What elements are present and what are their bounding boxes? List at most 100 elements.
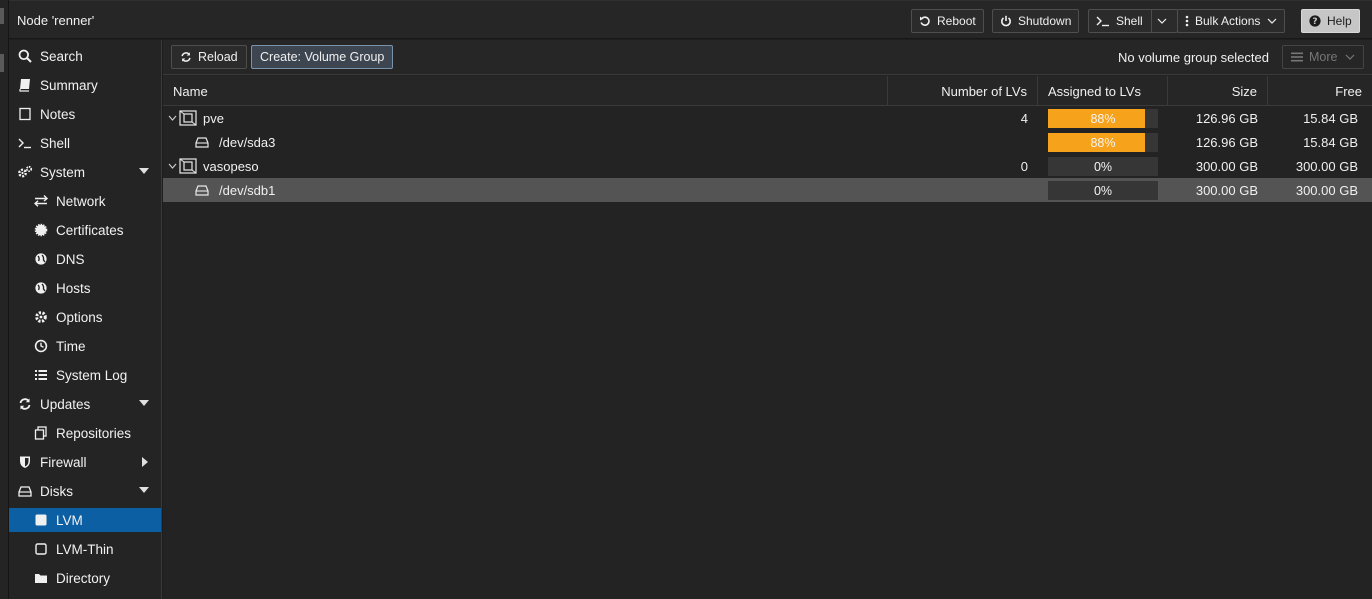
more-button[interactable]: More xyxy=(1282,45,1365,69)
sidebar-item-system-log[interactable]: System Log xyxy=(9,363,161,387)
sidebar-item-disks[interactable]: Disks xyxy=(9,479,161,503)
question-circle-icon: ? xyxy=(1309,15,1321,27)
size-value: 300.00 GB xyxy=(1195,182,1258,198)
shell-dropdown-toggle[interactable] xyxy=(1150,10,1173,32)
assigned-progress-bar: 0% xyxy=(1048,181,1158,200)
ellipsis-vertical-icon xyxy=(1185,15,1189,27)
sidebar-item-label: System xyxy=(40,164,86,180)
square-outline-icon xyxy=(33,541,49,557)
square-icon xyxy=(33,512,49,528)
sidebar-item-label: Directory xyxy=(56,570,111,586)
sidebar-item-firewall[interactable]: Firewall xyxy=(9,450,161,474)
volume-group-icon xyxy=(179,110,197,126)
sidebar-item-lvm[interactable]: LVM xyxy=(9,508,161,532)
clock-icon xyxy=(33,338,49,354)
table-row[interactable]: /dev/sdb1 0% 300.00 GB 300.00 GB xyxy=(163,178,1372,202)
sidebar-item-directory[interactable]: Directory xyxy=(9,566,161,590)
progress-text: 0% xyxy=(1093,183,1113,198)
sidebar-item-label: Certificates xyxy=(56,222,124,238)
sidebar-item-label: Firewall xyxy=(40,454,87,470)
sidebar-item-options[interactable]: Options xyxy=(9,305,161,329)
lv-count xyxy=(888,130,1028,154)
shell-label: Shell xyxy=(1116,14,1143,28)
sidebar-item-label: LVM xyxy=(56,512,83,528)
reboot-button[interactable]: Reboot xyxy=(911,9,984,33)
sidebar-item-search[interactable]: Search xyxy=(9,44,161,68)
sidebar-item-dns[interactable]: DNS xyxy=(9,247,161,271)
bulk-actions-button[interactable]: Bulk Actions xyxy=(1177,9,1286,33)
gear-icon xyxy=(33,309,49,325)
progress-text: 88% xyxy=(1090,111,1116,126)
sidebar-item-lvm-thin[interactable]: LVM-Thin xyxy=(9,537,161,561)
table-row[interactable]: pve 4 88% 126.96 GB 15.84 GB xyxy=(163,106,1372,130)
table-row[interactable]: /dev/sda3 88% 126.96 GB 15.84 GB xyxy=(163,130,1372,154)
chevron-down-icon[interactable] xyxy=(168,115,177,122)
create-volume-group-button[interactable]: Create: Volume Group xyxy=(251,45,394,69)
refresh-icon xyxy=(17,396,33,412)
hdd-icon xyxy=(195,185,209,196)
assigned-progress-bar: 0% xyxy=(1048,157,1158,176)
terminal-icon xyxy=(1096,16,1109,27)
sidebar-item-label: Summary xyxy=(40,77,98,93)
shutdown-button[interactable]: Shutdown xyxy=(992,9,1080,33)
sidebar-item-label: Updates xyxy=(40,396,91,412)
sidebar-item-updates[interactable]: Updates xyxy=(9,392,161,416)
sidebar-item-label: Disks xyxy=(40,483,73,499)
column-header-size[interactable]: Size xyxy=(1168,76,1268,106)
column-header-lvs[interactable]: Number of LVs xyxy=(888,76,1038,106)
globe-icon xyxy=(33,251,49,267)
free-value: 15.84 GB xyxy=(1303,110,1358,126)
sidebar: Search Summary Notes Shell System Networ… xyxy=(9,40,162,599)
selection-status: No volume group selected xyxy=(1117,50,1269,65)
progress-text: 88% xyxy=(1090,135,1116,150)
sidebar-item-label: Hosts xyxy=(56,280,91,296)
bulk-actions-label: Bulk Actions xyxy=(1195,14,1261,28)
page-title: Node 'renner' xyxy=(17,13,95,28)
sidebar-item-label: System Log xyxy=(56,367,128,383)
search-icon xyxy=(17,48,33,64)
sidebar-item-repositories[interactable]: Repositories xyxy=(9,421,161,445)
book-icon xyxy=(17,77,33,93)
sidebar-item-shell[interactable]: Shell xyxy=(9,131,161,155)
sidebar-item-network[interactable]: Network xyxy=(9,189,161,213)
sidebar-item-certificates[interactable]: Certificates xyxy=(9,218,161,242)
reboot-label: Reboot xyxy=(937,14,976,28)
column-header-free[interactable]: Free xyxy=(1268,76,1372,106)
reload-label: Reload xyxy=(198,50,238,64)
sidebar-item-label: Repositories xyxy=(56,425,132,441)
hdd-icon xyxy=(195,137,209,148)
sidebar-item-hosts[interactable]: Hosts xyxy=(9,276,161,300)
vg-name: pve xyxy=(203,110,224,126)
power-icon xyxy=(1001,15,1011,27)
sidebar-item-label: Time xyxy=(56,338,86,354)
free-value: 300.00 GB xyxy=(1295,158,1358,174)
chevron-down-icon xyxy=(1157,18,1167,24)
sidebar-item-label: LVM-Thin xyxy=(56,541,114,557)
lv-count: 4 xyxy=(1020,110,1028,126)
sidebar-item-system[interactable]: System xyxy=(9,160,161,184)
vg-name: vasopeso xyxy=(203,158,259,174)
sidebar-item-time[interactable]: Time xyxy=(9,334,161,358)
sidebar-item-label: Search xyxy=(40,48,83,64)
cogs-icon xyxy=(17,164,33,180)
chevron-down-icon xyxy=(1346,54,1355,60)
exchange-icon xyxy=(33,193,49,209)
chevron-down-icon[interactable] xyxy=(168,163,177,170)
lv-count: 0 xyxy=(1020,158,1028,174)
edge-marker xyxy=(0,8,4,24)
sidebar-item-notes[interactable]: Notes xyxy=(9,102,161,126)
progress-text: 0% xyxy=(1093,159,1113,174)
sidebar-item-summary[interactable]: Summary xyxy=(9,73,161,97)
hdd-icon xyxy=(17,483,33,499)
toolbar: Reload Create: Volume Group No volume gr… xyxy=(163,40,1372,75)
reload-button[interactable]: Reload xyxy=(171,45,247,69)
help-button[interactable]: ? Help xyxy=(1301,9,1360,33)
left-edge-panel xyxy=(0,0,9,599)
column-header-name[interactable]: Name xyxy=(163,76,888,106)
shell-button[interactable]: Shell xyxy=(1088,9,1178,33)
column-label: Name xyxy=(173,83,208,99)
node-header: Node 'renner' Reboot Shutdown Shell Bulk… xyxy=(9,0,1372,39)
column-header-assigned[interactable]: Assigned to LVs xyxy=(1038,76,1168,106)
chevron-down-icon xyxy=(1267,18,1277,24)
table-row[interactable]: vasopeso 0 0% 300.00 GB 300.00 GB xyxy=(163,154,1372,178)
